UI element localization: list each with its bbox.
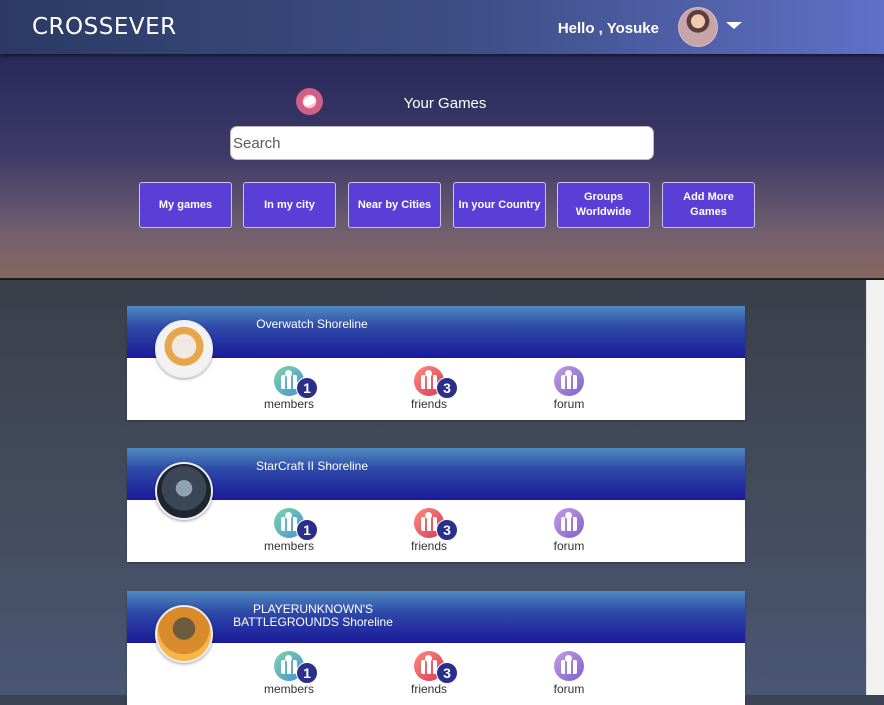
friends-stat[interactable]: 3 friends: [394, 366, 464, 411]
friends-stat[interactable]: 3 friends: [394, 651, 464, 696]
game-title[interactable]: StarCraft II Shoreline: [227, 460, 397, 473]
nearby-cities-button[interactable]: Near by Cities: [348, 182, 441, 228]
members-icon: 1: [274, 366, 318, 399]
members-icon: 1: [274, 508, 318, 541]
friends-label: friends: [410, 397, 448, 411]
forum-icon: [554, 508, 584, 538]
members-label: members: [263, 682, 314, 696]
game-logo-overwatch: [155, 320, 213, 378]
groups-worldwide-button[interactable]: Groups Worldwide: [557, 182, 650, 228]
game-title[interactable]: PLAYERUNKNOWN'S BATTLEGROUNDS Shoreline: [223, 603, 403, 629]
user-greeting: Hello , Yosuke: [557, 20, 659, 37]
friends-label: friends: [410, 539, 448, 553]
forum-label: forum: [553, 397, 585, 411]
card-body: 1 members 3 friends forum: [127, 358, 745, 420]
gamepad-icon: [296, 88, 323, 115]
friends-label: friends: [410, 682, 448, 696]
members-label: members: [263, 539, 314, 553]
game-title[interactable]: Overwatch Shoreline: [227, 318, 397, 331]
members-label: members: [263, 397, 314, 411]
friends-stat[interactable]: 3 friends: [394, 508, 464, 553]
card-body: 1 members 3 friends forum: [127, 643, 745, 705]
card-header: [127, 448, 745, 500]
members-stat[interactable]: 1 members: [254, 508, 324, 553]
members-stat[interactable]: 1 members: [254, 366, 324, 411]
top-navbar: CROSSEVER Hello , Yosuke: [0, 0, 884, 54]
forum-label: forum: [553, 539, 585, 553]
card-header: [127, 591, 745, 643]
card-header: [127, 306, 745, 358]
friends-count-badge: 3: [436, 662, 458, 684]
forum-label: forum: [553, 682, 585, 696]
search-input[interactable]: [230, 126, 654, 160]
game-card[interactable]: 1 members 3 friends forum Overwatch Shor…: [127, 306, 745, 420]
scrollbar[interactable]: [866, 280, 884, 695]
game-card[interactable]: 1 members 3 friends forum StarCraft II S…: [127, 448, 745, 562]
my-games-button[interactable]: My games: [139, 182, 232, 228]
friends-icon: 3: [414, 508, 458, 541]
forum-icon: [554, 651, 584, 681]
members-count-badge: 1: [296, 519, 318, 541]
forum-icon: [554, 366, 584, 396]
games-hero: [0, 54, 884, 280]
game-logo-starcraft: [155, 462, 213, 520]
app-logo[interactable]: CROSSEVER: [32, 14, 177, 40]
game-logo-pubg: [155, 605, 213, 663]
user-avatar[interactable]: [678, 7, 718, 47]
page-title: Your Games: [403, 95, 487, 112]
game-card[interactable]: 1 members 3 friends forum PLAYERUNKNOWN'…: [127, 591, 745, 705]
friends-count-badge: 3: [436, 377, 458, 399]
forum-stat[interactable]: forum: [534, 366, 604, 411]
friends-icon: 3: [414, 651, 458, 684]
card-body: 1 members 3 friends forum: [127, 500, 745, 562]
add-more-games-button[interactable]: Add More Games: [662, 182, 755, 228]
chevron-down-icon[interactable]: [726, 22, 742, 29]
members-count-badge: 1: [296, 377, 318, 399]
members-stat[interactable]: 1 members: [254, 651, 324, 696]
members-count-badge: 1: [296, 662, 318, 684]
members-icon: 1: [274, 651, 318, 684]
friends-icon: 3: [414, 366, 458, 399]
friends-count-badge: 3: [436, 519, 458, 541]
in-your-country-button[interactable]: In your Country: [453, 182, 546, 228]
forum-stat[interactable]: forum: [534, 651, 604, 696]
forum-stat[interactable]: forum: [534, 508, 604, 553]
in-my-city-button[interactable]: In my city: [243, 182, 336, 228]
